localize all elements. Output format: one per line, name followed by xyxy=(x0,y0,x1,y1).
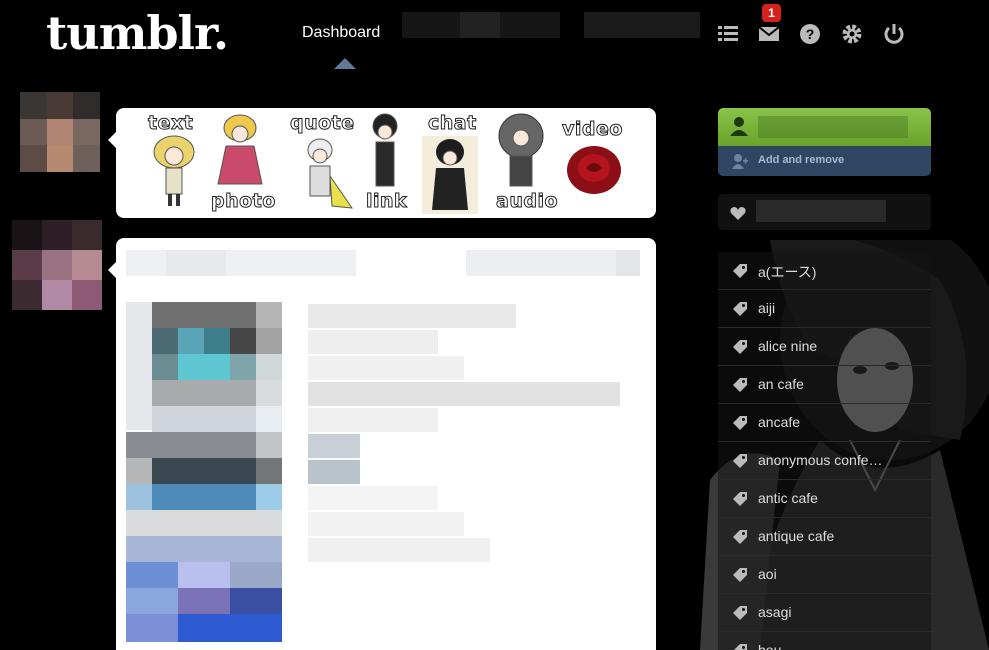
tag-item[interactable]: a(エース) xyxy=(718,252,931,290)
tag-label: ancafe xyxy=(758,414,801,430)
tag-icon xyxy=(733,302,747,316)
tag-item[interactable]: an cafe xyxy=(718,366,931,404)
add-remove-label: Add and remove xyxy=(758,154,845,166)
audio-chibi-icon[interactable] xyxy=(492,112,550,192)
post-type-video[interactable]: video xyxy=(562,118,623,141)
user-icon xyxy=(730,117,748,136)
add-user-icon xyxy=(732,154,748,169)
tag-icon xyxy=(733,416,747,430)
post-type-chat[interactable]: chat xyxy=(428,112,477,135)
tag-label: an cafe xyxy=(758,376,804,392)
post-text-line xyxy=(308,486,438,510)
tag-item[interactable]: bou xyxy=(718,632,931,650)
tag-label: asagi xyxy=(758,604,792,620)
power-icon[interactable] xyxy=(882,22,906,46)
tag-item[interactable]: aiji xyxy=(718,290,931,328)
post-type-photo[interactable]: photo xyxy=(211,190,276,213)
text-chibi-icon[interactable] xyxy=(144,132,206,210)
tag-label: a(エース) xyxy=(758,264,817,280)
heart-icon xyxy=(730,207,746,220)
tag-item[interactable]: anonymous confe… xyxy=(718,442,931,480)
tag-icon xyxy=(733,378,747,392)
post-type-quote[interactable]: quote xyxy=(290,112,355,135)
post-type-text[interactable]: text xyxy=(147,112,193,135)
mail-icon[interactable] xyxy=(757,22,781,46)
post-text-line xyxy=(308,382,620,406)
gear-icon[interactable] xyxy=(840,22,864,46)
tag-icon xyxy=(733,492,747,506)
tag-label: antic cafe xyxy=(758,490,818,506)
tag-icon xyxy=(733,454,747,468)
post-text-line xyxy=(308,512,464,536)
post-header-text xyxy=(126,250,356,276)
post-image[interactable] xyxy=(126,302,282,642)
quote-chibi-icon[interactable] xyxy=(292,136,354,212)
tag-label: antique cafe xyxy=(758,528,835,544)
tag-item[interactable]: antic cafe xyxy=(718,480,931,518)
list-icon[interactable] xyxy=(716,22,740,46)
post-header-text-2 xyxy=(166,250,226,276)
tag-item[interactable]: asagi xyxy=(718,594,931,632)
account-header[interactable] xyxy=(718,108,931,146)
search-box-extra xyxy=(584,12,700,38)
nav-dashboard-link[interactable]: Dashboard xyxy=(302,24,380,42)
tag-label: alice nine xyxy=(758,338,818,354)
tag-icon xyxy=(733,530,747,544)
rose-icon[interactable] xyxy=(564,142,624,198)
link-chibi-icon[interactable] xyxy=(364,112,406,192)
post-text-line xyxy=(308,304,516,328)
tag-icon xyxy=(733,606,747,620)
active-tab-caret xyxy=(334,58,356,69)
post-text-line xyxy=(308,434,360,458)
chat-chibi-icon[interactable] xyxy=(422,136,478,214)
post-text-line xyxy=(308,408,438,432)
post-text-line xyxy=(308,356,464,380)
tag-item[interactable]: alice nine xyxy=(718,328,931,366)
tag-label: aiji xyxy=(758,300,776,316)
tag-label: aoi xyxy=(758,566,777,582)
tag-icon xyxy=(733,568,747,582)
svg-text:?: ? xyxy=(806,26,815,42)
post-text-line xyxy=(308,330,438,354)
avatar[interactable] xyxy=(20,92,100,172)
account-box[interactable]: Add and remove xyxy=(718,108,931,176)
tracked-tags-list: a(エース) aiji alice nine an cafe ancafe anonymo… xyxy=(718,252,931,650)
post-type-selector: text photo quote link chat audio video xyxy=(108,108,656,218)
post-header-text-4 xyxy=(616,250,640,276)
tag-item[interactable]: aoi xyxy=(718,556,931,594)
tag-icon xyxy=(733,264,747,278)
post-type-audio[interactable]: audio xyxy=(495,190,558,213)
help-icon[interactable]: ? xyxy=(798,22,822,46)
inbox-badge: 1 xyxy=(762,4,781,22)
post-text-line xyxy=(308,538,490,562)
dashboard-post xyxy=(108,238,656,650)
post-header-text-3 xyxy=(466,250,636,276)
tag-item[interactable]: antique cafe xyxy=(718,518,931,556)
tag-label: anonymous confe… xyxy=(758,452,883,468)
tag-item[interactable]: ancafe xyxy=(718,404,931,442)
photo-chibi-icon[interactable] xyxy=(212,112,268,192)
avatar[interactable] xyxy=(12,220,102,310)
likes-row[interactable] xyxy=(718,194,931,230)
tag-label: bou xyxy=(758,642,782,650)
likes-count xyxy=(756,200,886,222)
post-text-line xyxy=(308,460,360,484)
add-remove-row[interactable]: Add and remove xyxy=(718,146,931,176)
tag-icon xyxy=(734,644,747,650)
account-name xyxy=(758,116,908,138)
post-type-link[interactable]: link xyxy=(365,190,407,213)
tag-icon xyxy=(733,340,747,354)
tumblr-logo[interactable]: tumblr. xyxy=(46,6,229,60)
search-box-segment xyxy=(460,12,500,38)
